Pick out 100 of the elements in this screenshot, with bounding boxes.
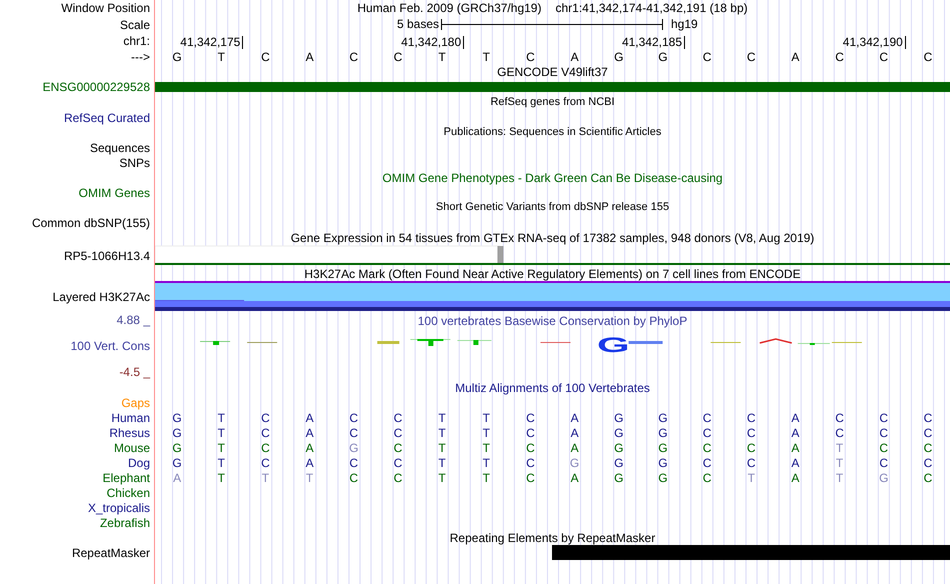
base-letter: T bbox=[437, 472, 447, 484]
base-letter: C bbox=[702, 442, 712, 454]
axis-min-label: -4.5 _ bbox=[119, 366, 150, 378]
base-letter: C bbox=[525, 472, 536, 484]
base-letter: C bbox=[260, 442, 271, 454]
track-label[interactable]: 100 Vert. Cons bbox=[70, 340, 150, 352]
base-letter: G bbox=[657, 456, 669, 468]
base-letter: C bbox=[348, 412, 360, 424]
base-letter: G bbox=[171, 50, 183, 62]
ruler-tick-label: 41,342,190 bbox=[842, 36, 906, 49]
track-label[interactable]: Human bbox=[111, 412, 150, 424]
base-letter: C bbox=[392, 472, 404, 484]
base-letter: T bbox=[482, 456, 491, 468]
track-label[interactable]: RefSeq Curated bbox=[64, 112, 150, 124]
base-letter: A bbox=[304, 456, 315, 468]
base-letter: C bbox=[922, 50, 934, 62]
base-letter: C bbox=[702, 472, 712, 484]
ruler-tick-label: 41,342,180 bbox=[401, 36, 464, 49]
base-letter: C bbox=[392, 412, 404, 424]
base-letter: G bbox=[171, 456, 183, 468]
base-letter: C bbox=[348, 472, 360, 484]
base-letter: T bbox=[437, 426, 447, 438]
base-letter: C bbox=[834, 50, 845, 62]
track-label[interactable]: ENSG00000229528 bbox=[42, 81, 150, 93]
base-letter: T bbox=[437, 412, 447, 424]
base-letter: C bbox=[525, 50, 536, 62]
track-label[interactable]: Elephant bbox=[102, 472, 150, 484]
ruler-tick-label: 41,342,175 bbox=[180, 36, 244, 49]
track-label[interactable]: Rhesus bbox=[109, 426, 150, 438]
base-letter: T bbox=[437, 442, 447, 454]
base-letter: A bbox=[790, 412, 800, 424]
base-letter: G bbox=[878, 472, 890, 484]
base-letter: A bbox=[790, 472, 800, 484]
base-letter: G bbox=[613, 50, 624, 62]
base-letter: A bbox=[790, 456, 800, 468]
base-letter: C bbox=[525, 412, 536, 424]
track-label[interactable]: SNPs bbox=[119, 156, 150, 168]
strand-label[interactable]: ---> bbox=[131, 50, 150, 62]
base-letter: T bbox=[216, 412, 226, 424]
base-letter: C bbox=[260, 426, 271, 438]
row-label[interactable]: Scale bbox=[120, 18, 150, 30]
base-letter: A bbox=[570, 50, 580, 62]
base-letter: A bbox=[304, 426, 315, 438]
base-letter: T bbox=[482, 412, 491, 424]
row-label[interactable]: chr1: bbox=[123, 35, 150, 47]
track-label[interactable]: X_tropicalis bbox=[88, 502, 150, 514]
base-letter: G bbox=[657, 442, 669, 454]
track-title: Gene Expression in 54 tissues from GTEx RNA-seq of 17382 samples, 948 donors (V8, Aug 2019) bbox=[290, 232, 814, 244]
base-letter: A bbox=[570, 412, 580, 424]
base-letter: T bbox=[216, 472, 226, 484]
base-letter: G bbox=[613, 426, 624, 438]
track-label[interactable]: Mouse bbox=[114, 442, 150, 454]
track-label[interactable]: Zebrafish bbox=[100, 516, 150, 528]
base-letter: C bbox=[702, 456, 712, 468]
base-letter: C bbox=[878, 412, 890, 424]
base-letter: A bbox=[570, 426, 580, 438]
base-letter: T bbox=[437, 456, 447, 468]
track-label[interactable]: RepeatMasker bbox=[72, 547, 150, 559]
base-letter: G bbox=[657, 50, 669, 62]
base-letter: T bbox=[482, 426, 491, 438]
track-label[interactable]: RP5-1066H13.4 bbox=[64, 250, 150, 262]
track-title: Multiz Alignments of 100 Vertebrates bbox=[455, 382, 650, 394]
track-title: Publications: Sequences in Scientific Articles bbox=[444, 127, 662, 138]
base-letter: C bbox=[392, 50, 404, 62]
base-letter: C bbox=[746, 412, 757, 424]
track-label[interactable]: OMIM Genes bbox=[78, 186, 150, 198]
base-letter: C bbox=[746, 426, 757, 438]
base-letter: C bbox=[525, 442, 536, 454]
base-letter: C bbox=[392, 442, 404, 454]
base-letter: C bbox=[922, 412, 934, 424]
track-title: RefSeq genes from NCBI bbox=[490, 97, 615, 108]
base-letter: T bbox=[260, 472, 270, 484]
base-letter: T bbox=[482, 472, 491, 484]
expression-bar-drawing[interactable] bbox=[155, 245, 950, 266]
row-label[interactable]: Window Position bbox=[61, 2, 150, 14]
track-label[interactable]: Chicken bbox=[106, 486, 150, 498]
track-label[interactable]: Dog bbox=[128, 456, 150, 468]
base-letter: C bbox=[878, 456, 890, 468]
base-letter: T bbox=[216, 426, 226, 438]
base-letter: G bbox=[657, 472, 669, 484]
base-letter: G bbox=[657, 412, 669, 424]
track-label[interactable]: Layered H3K27Ac bbox=[52, 290, 150, 302]
track-label[interactable]: Sequences bbox=[90, 142, 150, 154]
base-letter: G bbox=[171, 442, 183, 454]
base-letter: C bbox=[834, 412, 845, 424]
base-letter: G bbox=[613, 456, 624, 468]
base-letter: C bbox=[878, 442, 890, 454]
base-letter: C bbox=[348, 426, 360, 438]
track-title: 100 vertebrates Basewise Conservation by PhyloP bbox=[418, 314, 688, 326]
base-letter: C bbox=[878, 426, 890, 438]
track-title: Repeating Elements by RepeatMasker bbox=[450, 532, 656, 544]
base-letter: C bbox=[260, 456, 271, 468]
base-letter: C bbox=[260, 412, 271, 424]
base-letter: A bbox=[790, 426, 800, 438]
base-letter: G bbox=[613, 412, 624, 424]
base-letter: T bbox=[216, 456, 226, 468]
base-letter: C bbox=[525, 426, 536, 438]
track-label[interactable]: Common dbSNP(155) bbox=[32, 216, 150, 228]
base-letter: C bbox=[878, 50, 890, 62]
signal-drawing[interactable] bbox=[155, 281, 950, 312]
